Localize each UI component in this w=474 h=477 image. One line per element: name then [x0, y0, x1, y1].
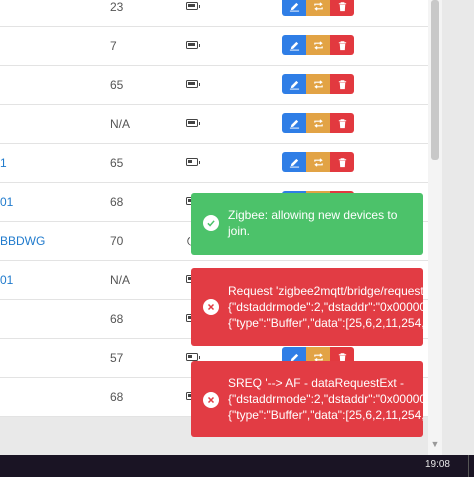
edit-button[interactable]	[282, 152, 306, 172]
rename-button[interactable]	[306, 0, 330, 16]
rename-button[interactable]	[306, 113, 330, 133]
toast-request-error[interactable]: Request 'zigbee2mqtt/bridge/request/ {"d…	[191, 268, 423, 346]
table-row: 7	[0, 27, 440, 66]
lqi-value: 23	[110, 0, 124, 14]
rename-button[interactable]	[306, 74, 330, 94]
table-row: N/A	[0, 105, 440, 144]
battery-full-icon	[186, 41, 200, 49]
scrollbar[interactable]: ▼	[428, 0, 442, 455]
table-row: 23	[0, 0, 440, 27]
battery-full-icon	[186, 119, 200, 127]
rename-button[interactable]	[306, 152, 330, 172]
lqi-value: 68	[110, 195, 124, 209]
show-desktop-button[interactable]	[468, 455, 474, 477]
toast-message: SREQ '--> AF - dataRequestExt - {"dstadd…	[228, 376, 423, 422]
edit-icon	[289, 79, 300, 90]
edit-button[interactable]	[282, 74, 306, 94]
remove-button[interactable]	[330, 74, 354, 94]
edit-button[interactable]	[282, 113, 306, 133]
edit-icon	[289, 157, 300, 168]
device-name-link[interactable]: BBDWG	[0, 234, 60, 248]
toast-join-success[interactable]: Zigbee: allowing new devices to join.	[191, 193, 423, 255]
edit-button[interactable]	[282, 0, 306, 16]
toast-message: Zigbee: allowing new devices to join.	[228, 208, 398, 238]
battery-full-icon	[186, 80, 200, 88]
lqi-value: 57	[110, 351, 124, 365]
remove-button[interactable]	[330, 0, 354, 16]
lqi-value: 68	[110, 312, 124, 326]
rename-button[interactable]	[306, 35, 330, 55]
table-row: 1 65	[0, 144, 440, 183]
remove-button[interactable]	[330, 152, 354, 172]
scroll-down-arrow-icon[interactable]: ▼	[430, 439, 440, 449]
times-circle-icon	[203, 392, 219, 408]
remove-button[interactable]	[330, 113, 354, 133]
remove-button[interactable]	[330, 35, 354, 55]
table-row: 65	[0, 66, 440, 105]
taskbar: 19:08	[0, 455, 474, 477]
trash-icon	[337, 157, 348, 168]
exchange-icon	[313, 118, 324, 129]
battery-full-icon	[186, 2, 200, 10]
exchange-icon	[313, 1, 324, 12]
scrollbar-thumb[interactable]	[431, 0, 439, 160]
device-actions	[282, 35, 354, 55]
lqi-value: N/A	[110, 273, 131, 287]
lqi-value: 65	[110, 156, 124, 170]
device-actions	[282, 152, 354, 172]
exchange-icon	[313, 157, 324, 168]
check-circle-icon	[203, 215, 219, 231]
exchange-icon	[313, 79, 324, 90]
battery-low-icon	[186, 353, 200, 361]
battery-low-icon	[186, 158, 200, 166]
device-name-link[interactable]: 1	[0, 156, 60, 170]
lqi-value: 68	[110, 390, 124, 404]
trash-icon	[337, 1, 348, 12]
trash-icon	[337, 79, 348, 90]
toast-message: Request 'zigbee2mqtt/bridge/request/ {"d…	[228, 284, 423, 330]
lqi-value: 7	[110, 39, 117, 53]
device-name-link[interactable]: 01	[0, 195, 60, 209]
exchange-icon	[313, 40, 324, 51]
edit-icon	[289, 118, 300, 129]
times-circle-icon	[203, 299, 219, 315]
devices-page: 23765N/A1650168BBDWG70⏻01N/A685768 ▼ Zig…	[0, 0, 474, 455]
edit-icon	[289, 1, 300, 12]
device-name-link[interactable]: 01	[0, 273, 60, 287]
lqi-value: 65	[110, 78, 124, 92]
taskbar-clock[interactable]: 19:08	[425, 459, 450, 470]
lqi-value: 70	[110, 234, 124, 248]
edit-button[interactable]	[282, 35, 306, 55]
lqi-value: N/A	[110, 117, 131, 131]
trash-icon	[337, 40, 348, 51]
toast-sreq-error[interactable]: SREQ '--> AF - dataRequestExt - {"dstadd…	[191, 361, 423, 437]
edit-icon	[289, 40, 300, 51]
device-actions	[282, 74, 354, 94]
device-actions	[282, 0, 354, 16]
device-actions	[282, 113, 354, 133]
trash-icon	[337, 118, 348, 129]
